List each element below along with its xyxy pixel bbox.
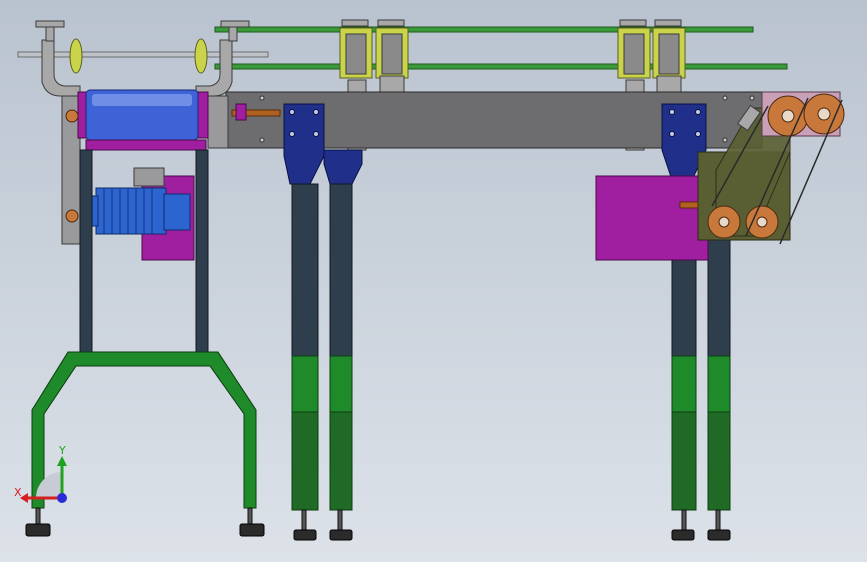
leveling-foot-icon: [671, 529, 695, 541]
conveyor-assembly-drawing: X Y: [14, 19, 845, 541]
leveling-foot-icon: [239, 507, 265, 537]
sprocket-icon: [707, 205, 741, 239]
sprocket-icon: [767, 95, 809, 137]
sprocket-icon: [803, 93, 845, 135]
y-axis-label: Y: [58, 444, 66, 457]
leveling-foot-icon: [293, 529, 317, 541]
sprocket-icon: [745, 205, 779, 239]
guide-rail-lower: [214, 63, 788, 70]
cad-viewport[interactable]: X Y: [0, 0, 867, 562]
drive-motor: [87, 167, 195, 261]
x-axis-label: X: [14, 486, 22, 499]
leveling-foot-icon: [707, 529, 731, 541]
leg-pair-left: [283, 103, 363, 541]
leveling-foot-icon: [25, 507, 51, 537]
head-drum: [77, 89, 209, 151]
left-fork-clamp-outer: [35, 20, 83, 97]
leveling-foot-icon: [329, 529, 353, 541]
